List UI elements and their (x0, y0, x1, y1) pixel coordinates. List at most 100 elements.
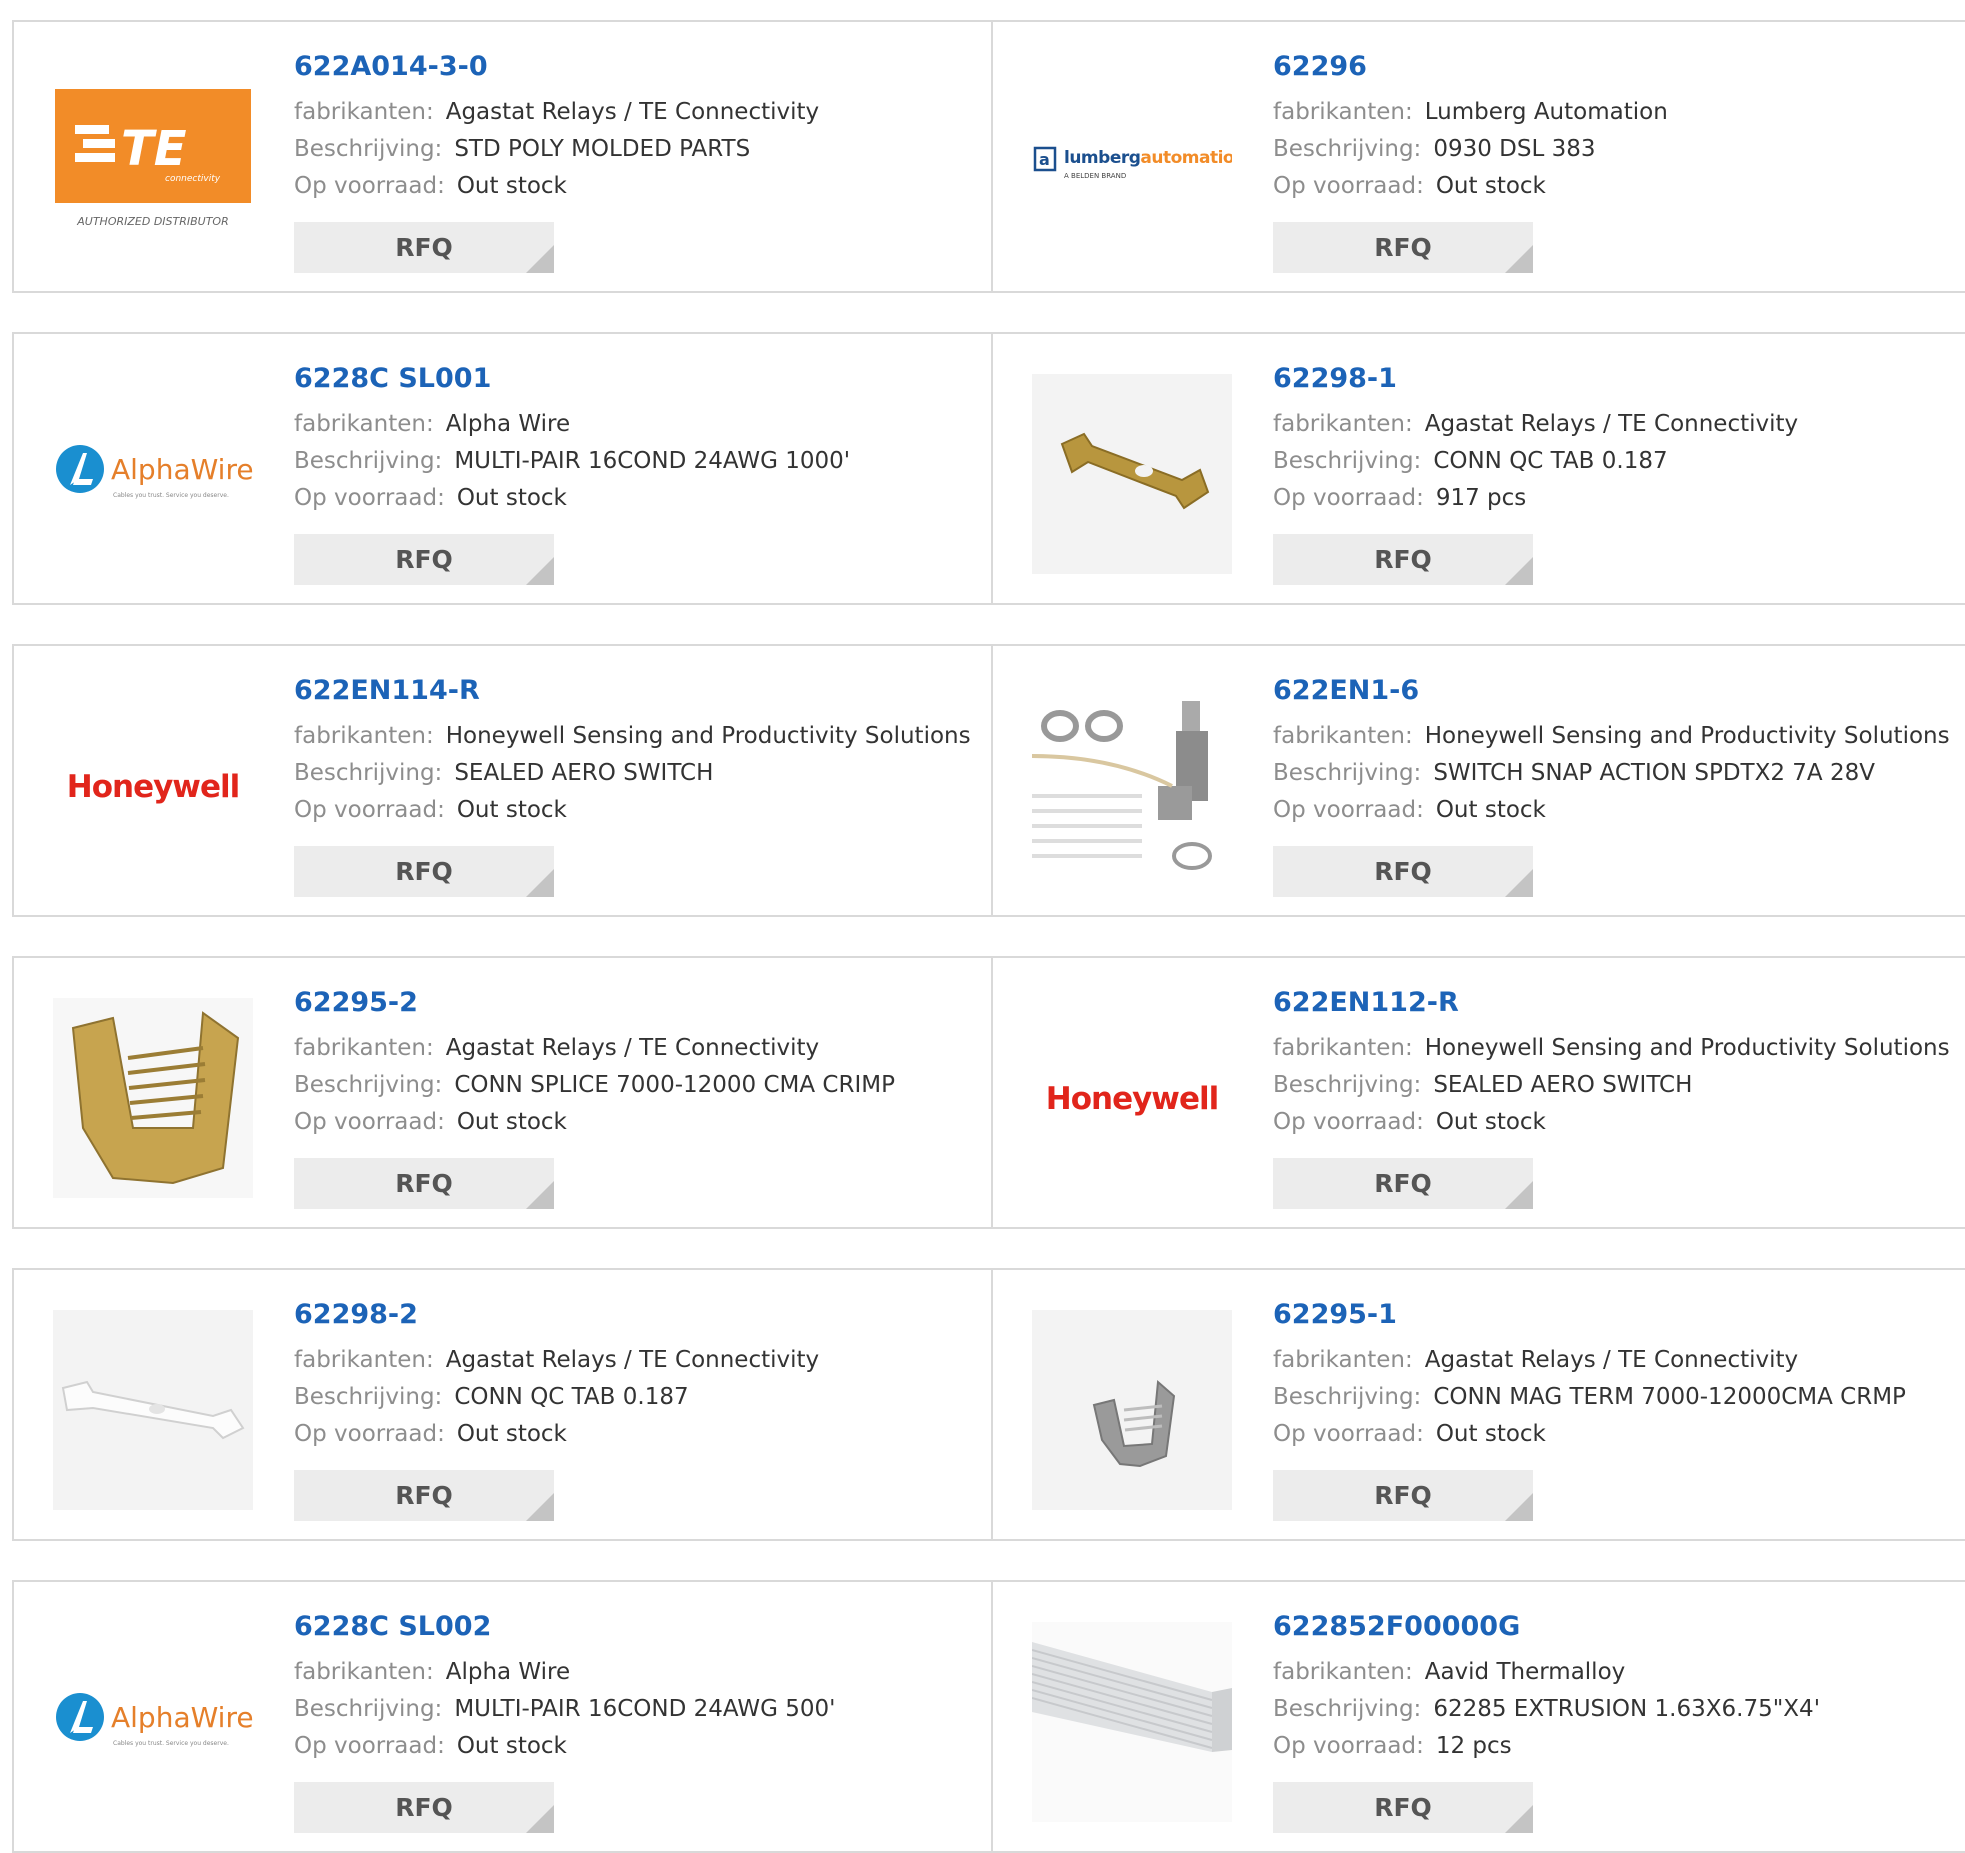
product-info: 6228C SL002 fabrikanten: Alpha Wire Beschri… (294, 1610, 835, 1765)
rfq-button[interactable]: RFQ (294, 1470, 554, 1521)
stock-value: 917 pcs (1435, 485, 1527, 511)
product-thumbnail[interactable] (53, 1310, 253, 1510)
manufacturer-line: fabrikanten: Agastat Relays / TE Connecti… (1273, 1342, 1906, 1379)
stock-value: Out stock (1435, 173, 1546, 199)
stock-label: Op voorraad: (294, 797, 445, 823)
part-number-link[interactable]: 62298-2 (294, 1298, 819, 1332)
stock-line: Op voorraad: Out stock (294, 792, 971, 829)
rfq-label: RFQ (1374, 1169, 1432, 1198)
product-thumbnail[interactable] (1032, 1622, 1232, 1822)
rfq-button[interactable]: RFQ (1273, 222, 1533, 273)
stock-line: Op voorraad: Out stock (294, 1416, 819, 1453)
corner-triangle-icon (526, 1493, 554, 1521)
stock-value: Out stock (456, 1733, 567, 1759)
part-number-link[interactable]: 622EN114-R (294, 674, 971, 708)
manufacturer-line: fabrikanten: Aavid Thermalloy (1273, 1654, 1820, 1691)
description-label: Beschrijving: (294, 448, 443, 474)
rfq-button[interactable]: RFQ (294, 534, 554, 585)
rfq-button[interactable]: RFQ (294, 222, 554, 273)
part-number-link[interactable]: 62298-1 (1273, 362, 1798, 396)
part-number-link[interactable]: 622EN112-R (1273, 986, 1950, 1020)
corner-triangle-icon (1505, 869, 1533, 897)
corner-triangle-icon (526, 557, 554, 585)
description-line: Beschrijving: SEALED AERO SWITCH (1273, 1067, 1950, 1104)
stock-line: Op voorraad: Out stock (1273, 1416, 1906, 1453)
product-card: 62295-2 fabrikanten: Agastat Relays / TE C… (14, 958, 991, 1227)
svg-text:A BELDEN BRAND: A BELDEN BRAND (1064, 172, 1126, 180)
product-thumbnail[interactable] (1032, 1310, 1232, 1510)
rfq-label: RFQ (395, 1793, 453, 1822)
product-thumbnail[interactable]: a lumbergautomation A BELDEN BRAND (1032, 62, 1232, 262)
manufacturer-value: Aavid Thermalloy (1424, 1659, 1626, 1685)
rfq-label: RFQ (395, 1169, 453, 1198)
alpha-wire-logo: AlphaWire Cables you trust. Service you … (56, 1693, 253, 1747)
stock-value: Out stock (456, 797, 567, 823)
part-number-link[interactable]: 622852F00000G (1273, 1610, 1820, 1644)
description-line: Beschrijving: 62285 EXTRUSION 1.63X6.75"X… (1273, 1691, 1820, 1728)
product-thumbnail[interactable] (1032, 686, 1232, 886)
rfq-button[interactable]: RFQ (294, 1782, 554, 1833)
product-info: 622852F00000G fabrikanten: Aavid Thermallo… (1273, 1610, 1820, 1765)
description-label: Beschrijving: (1273, 448, 1422, 474)
description-value: CONN QC TAB 0.187 (1433, 448, 1668, 474)
svg-text:TE: TE (121, 121, 187, 177)
product-photo (53, 1310, 253, 1510)
rfq-button[interactable]: RFQ (1273, 846, 1533, 897)
product-info: 622A014-3-0 fabrikanten: Agastat Relays / … (294, 50, 819, 205)
svg-text:a: a (1039, 150, 1050, 169)
part-number-link[interactable]: 62295-2 (294, 986, 895, 1020)
stock-value: Out stock (1435, 1109, 1546, 1135)
stock-label: Op voorraad: (294, 1733, 445, 1759)
rfq-button[interactable]: RFQ (1273, 1470, 1533, 1521)
rfq-button[interactable]: RFQ (1273, 1782, 1533, 1833)
part-number-link[interactable]: 62296 (1273, 50, 1668, 84)
product-row: Honeywell 622EN114-R fabrikanten: Honeywel… (12, 644, 1965, 917)
manufacturer-label: fabrikanten: (294, 411, 434, 437)
stock-label: Op voorraad: (1273, 797, 1424, 823)
description-line: Beschrijving: SWITCH SNAP ACTION SPDTX2 7… (1273, 755, 1950, 792)
product-thumbnail[interactable]: Honeywell (53, 686, 253, 886)
description-label: Beschrijving: (1273, 760, 1422, 786)
part-number-link[interactable]: 622A014-3-0 (294, 50, 819, 84)
product-card: a lumbergautomation A BELDEN BRAND 62296… (991, 22, 1965, 291)
part-number-link[interactable]: 6228C SL002 (294, 1610, 835, 1644)
svg-text:AlphaWire: AlphaWire (111, 1701, 253, 1734)
corner-triangle-icon (1505, 1181, 1533, 1209)
description-value: CONN MAG TERM 7000-12000CMA CRMP (1433, 1384, 1906, 1410)
product-photo (53, 998, 253, 1198)
part-number-link[interactable]: 6228C SL001 (294, 362, 850, 396)
rfq-button[interactable]: RFQ (294, 1158, 554, 1209)
stock-label: Op voorraad: (294, 485, 445, 511)
description-label: Beschrijving: (1273, 1696, 1422, 1722)
svg-text:lumbergautomation: lumbergautomation (1064, 148, 1232, 168)
product-thumbnail[interactable]: AlphaWire Cables you trust. Service you … (53, 374, 253, 574)
description-label: Beschrijving: (294, 1696, 443, 1722)
manufacturer-label: fabrikanten: (1273, 99, 1413, 125)
product-info: 622EN112-R fabrikanten: Honeywell Sensing … (1273, 986, 1950, 1141)
part-number-link[interactable]: 62295-1 (1273, 1298, 1906, 1332)
part-number-link[interactable]: 622EN1-6 (1273, 674, 1950, 708)
product-row: TE connectivity AUTHORIZED DISTRIBUTOR 6… (12, 20, 1965, 293)
product-thumbnail[interactable] (53, 998, 253, 1198)
product-thumbnail[interactable]: AlphaWire Cables you trust. Service you … (53, 1622, 253, 1822)
product-card: TE connectivity AUTHORIZED DISTRIBUTOR 6… (14, 22, 991, 291)
product-thumbnail[interactable]: TE connectivity AUTHORIZED DISTRIBUTOR (53, 62, 253, 262)
description-value: MULTI-PAIR 16COND 24AWG 1000' (454, 448, 851, 474)
product-row: AlphaWire Cables you trust. Service you … (12, 1580, 1965, 1853)
manufacturer-label: fabrikanten: (294, 1035, 434, 1061)
description-line: Beschrijving: CONN QC TAB 0.187 (1273, 443, 1798, 480)
stock-line: Op voorraad: 917 pcs (1273, 480, 1798, 517)
stock-value: Out stock (456, 1109, 567, 1135)
description-line: Beschrijving: MULTI-PAIR 16COND 24AWG 100… (294, 443, 850, 480)
rfq-button[interactable]: RFQ (294, 846, 554, 897)
description-value: CONN QC TAB 0.187 (454, 1384, 689, 1410)
manufacturer-line: fabrikanten: Agastat Relays / TE Connecti… (294, 94, 819, 131)
rfq-button[interactable]: RFQ (1273, 534, 1533, 585)
honeywell-logo: Honeywell (67, 769, 240, 805)
product-thumbnail[interactable]: Honeywell (1032, 998, 1232, 1198)
manufacturer-line: fabrikanten: Agastat Relays / TE Connecti… (1273, 406, 1798, 443)
stock-line: Op voorraad: Out stock (1273, 792, 1950, 829)
product-info: 62298-1 fabrikanten: Agastat Relays / TE C… (1273, 362, 1798, 517)
rfq-button[interactable]: RFQ (1273, 1158, 1533, 1209)
product-thumbnail[interactable] (1032, 374, 1232, 574)
